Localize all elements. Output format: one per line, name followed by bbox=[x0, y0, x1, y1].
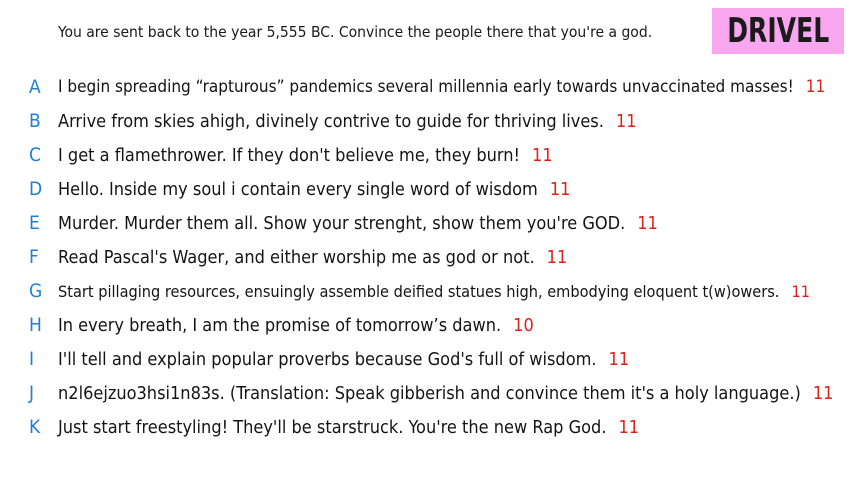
answer-text: n2l6ejzuo3hsi1n83s. (Translation: Speak … bbox=[58, 383, 833, 404]
answer-text: I begin spreading “rapturous” pandemics … bbox=[58, 77, 825, 97]
answer-row-d[interactable]: D Hello. Inside my soul i contain every … bbox=[0, 172, 853, 206]
answer-letter: F bbox=[29, 246, 39, 268]
answer-text-content: In every breath, I am the promise of tom… bbox=[58, 314, 502, 336]
answer-letter: H bbox=[29, 314, 42, 336]
answer-score: 11 bbox=[637, 212, 658, 234]
logo-text: DRIVEL bbox=[726, 11, 830, 51]
answer-text: I'll tell and explain popular proverbs b… bbox=[58, 349, 629, 370]
answer-letter: J bbox=[29, 382, 35, 404]
answer-text: In every breath, I am the promise of tom… bbox=[58, 315, 534, 336]
answer-letter: A bbox=[29, 76, 41, 98]
answer-row-j[interactable]: J n2l6ejzuo3hsi1n83s. (Translation: Spea… bbox=[0, 376, 853, 410]
answer-text-content: Murder. Murder them all. Show your stren… bbox=[58, 212, 626, 234]
answer-letter: E bbox=[29, 212, 40, 234]
answer-score: 11 bbox=[546, 246, 568, 268]
answer-score: 11 bbox=[615, 110, 637, 132]
answer-row-c[interactable]: C I get a flamethrower. If they don't be… bbox=[0, 138, 853, 172]
answer-text-content: I'll tell and explain popular proverbs b… bbox=[58, 348, 597, 370]
answer-row-e[interactable]: E Murder. Murder them all. Show your str… bbox=[0, 206, 853, 240]
answer-text-content: I begin spreading “rapturous” pandemics … bbox=[58, 77, 794, 97]
answer-score: 11 bbox=[812, 382, 834, 404]
answer-row-k[interactable]: K Just start freestyling! They'll be sta… bbox=[0, 410, 853, 444]
answer-score: 11 bbox=[532, 144, 553, 166]
answer-letter: D bbox=[29, 178, 43, 200]
answer-text: Arrive from skies ahigh, divinely contri… bbox=[58, 111, 637, 132]
answer-text-content: Arrive from skies ahigh, divinely contri… bbox=[58, 110, 604, 132]
answer-row-g[interactable]: G Start pillaging resources, ensuingly a… bbox=[0, 274, 853, 308]
answer-score: 10 bbox=[513, 314, 534, 336]
answer-text-content: n2l6ejzuo3hsi1n83s. (Translation: Speak … bbox=[58, 382, 801, 404]
answer-row-h[interactable]: H In every breath, I am the promise of t… bbox=[0, 308, 853, 342]
answer-text: Read Pascal's Wager, and either worship … bbox=[58, 247, 567, 268]
answer-score: 11 bbox=[608, 348, 630, 370]
answer-row-f[interactable]: F Read Pascal's Wager, and either worshi… bbox=[0, 240, 853, 274]
answer-score: 11 bbox=[791, 281, 810, 301]
answer-text-content: Just start freestyling! They'll be stars… bbox=[58, 416, 607, 438]
answer-text-content: I get a flamethrower. If they don't beli… bbox=[58, 144, 521, 166]
answer-text: I get a flamethrower. If they don't beli… bbox=[58, 145, 553, 166]
answer-text: Just start freestyling! They'll be stars… bbox=[58, 417, 639, 438]
answer-letter: C bbox=[29, 144, 41, 166]
answer-letter: G bbox=[29, 280, 43, 302]
answer-score: 11 bbox=[618, 416, 640, 438]
answer-letter: I bbox=[29, 348, 35, 370]
answer-row-i[interactable]: I I'll tell and explain popular proverbs… bbox=[0, 342, 853, 376]
answer-text-content: Hello. Inside my soul i contain every si… bbox=[58, 178, 538, 200]
answer-row-a[interactable]: A I begin spreading “rapturous” pandemic… bbox=[0, 70, 853, 104]
answer-score: 11 bbox=[549, 178, 571, 200]
answer-text-content: Start pillaging resources, ensuingly ass… bbox=[58, 281, 780, 301]
answer-text: Start pillaging resources, ensuingly ass… bbox=[58, 282, 810, 301]
answer-row-b[interactable]: B Arrive from skies ahigh, divinely cont… bbox=[0, 104, 853, 138]
answer-letter: B bbox=[29, 110, 41, 132]
question-prompt: You are sent back to the year 5,555 BC. … bbox=[58, 23, 653, 41]
answer-letter: K bbox=[29, 416, 41, 438]
answer-text: Hello. Inside my soul i contain every si… bbox=[58, 179, 570, 200]
answer-text: Murder. Murder them all. Show your stren… bbox=[58, 213, 658, 234]
drivel-logo: DRIVEL bbox=[712, 8, 844, 54]
answer-text-content: Read Pascal's Wager, and either worship … bbox=[58, 246, 535, 268]
answer-score: 11 bbox=[805, 77, 826, 97]
